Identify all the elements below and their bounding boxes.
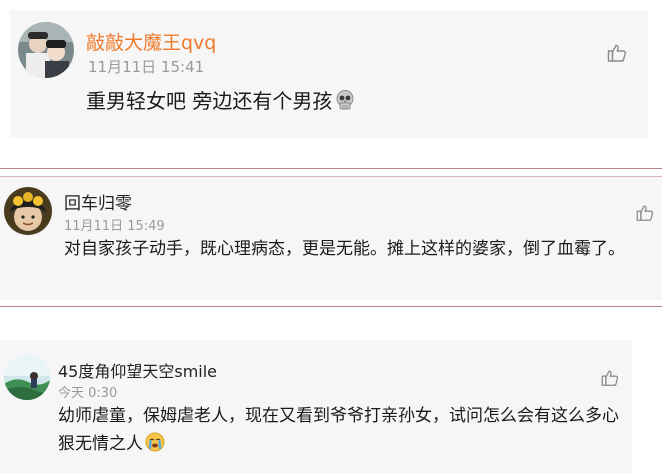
username[interactable]: 回车归零 (64, 189, 132, 214)
avatar[interactable] (18, 22, 74, 78)
thumbs-up-icon[interactable] (600, 368, 622, 390)
thumbs-up-icon[interactable] (606, 42, 628, 64)
timestamp: 11月11日 15:41 (88, 58, 205, 76)
comment-text: 重男轻女吧 旁边还有个男孩 (86, 86, 606, 119)
username[interactable]: 敲敲大魔王qvq (86, 28, 216, 55)
timestamp: 11月11日 15:49 (64, 219, 165, 234)
section-divider (0, 168, 662, 169)
username[interactable]: 45度角仰望天空smile (58, 358, 217, 382)
timestamp: 今天 0:30 (58, 386, 118, 401)
comment-text-content: 幼师虐童，保姆虐老人，现在又看到爷爷打亲孙女，试问怎么会有这么多心狠无情之人 (58, 406, 619, 454)
avatar[interactable] (4, 354, 50, 400)
comment-text: 对自家孩子动手，既心理病态，更是无能。摊上这样的婆家，倒了血霉了。 (64, 239, 625, 259)
comment-text: 幼师虐童，保姆虐老人，现在又看到爷爷打亲孙女，试问怎么会有这么多心狠无情之人 (58, 402, 623, 461)
crying-face-emoji (145, 432, 165, 461)
skull-emoji (334, 89, 356, 119)
comment-text-content: 重男轻女吧 旁边还有个男孩 (86, 89, 333, 113)
avatar[interactable] (4, 187, 52, 235)
comment-card: 回车归零 11月11日 15:49 对自家孩子动手，既心理病态，更是无能。摊上这… (0, 176, 662, 300)
thumbs-up-icon[interactable] (635, 203, 657, 225)
comment-card: 45度角仰望天空smile 今天 0:30 幼师虐童，保姆虐老人，现在又看到爷爷… (0, 340, 632, 473)
section-divider (0, 306, 662, 307)
comment-card: 敲敲大魔王qvq 11月11日 15:41 重男轻女吧 旁边还有个男孩 (10, 10, 648, 138)
